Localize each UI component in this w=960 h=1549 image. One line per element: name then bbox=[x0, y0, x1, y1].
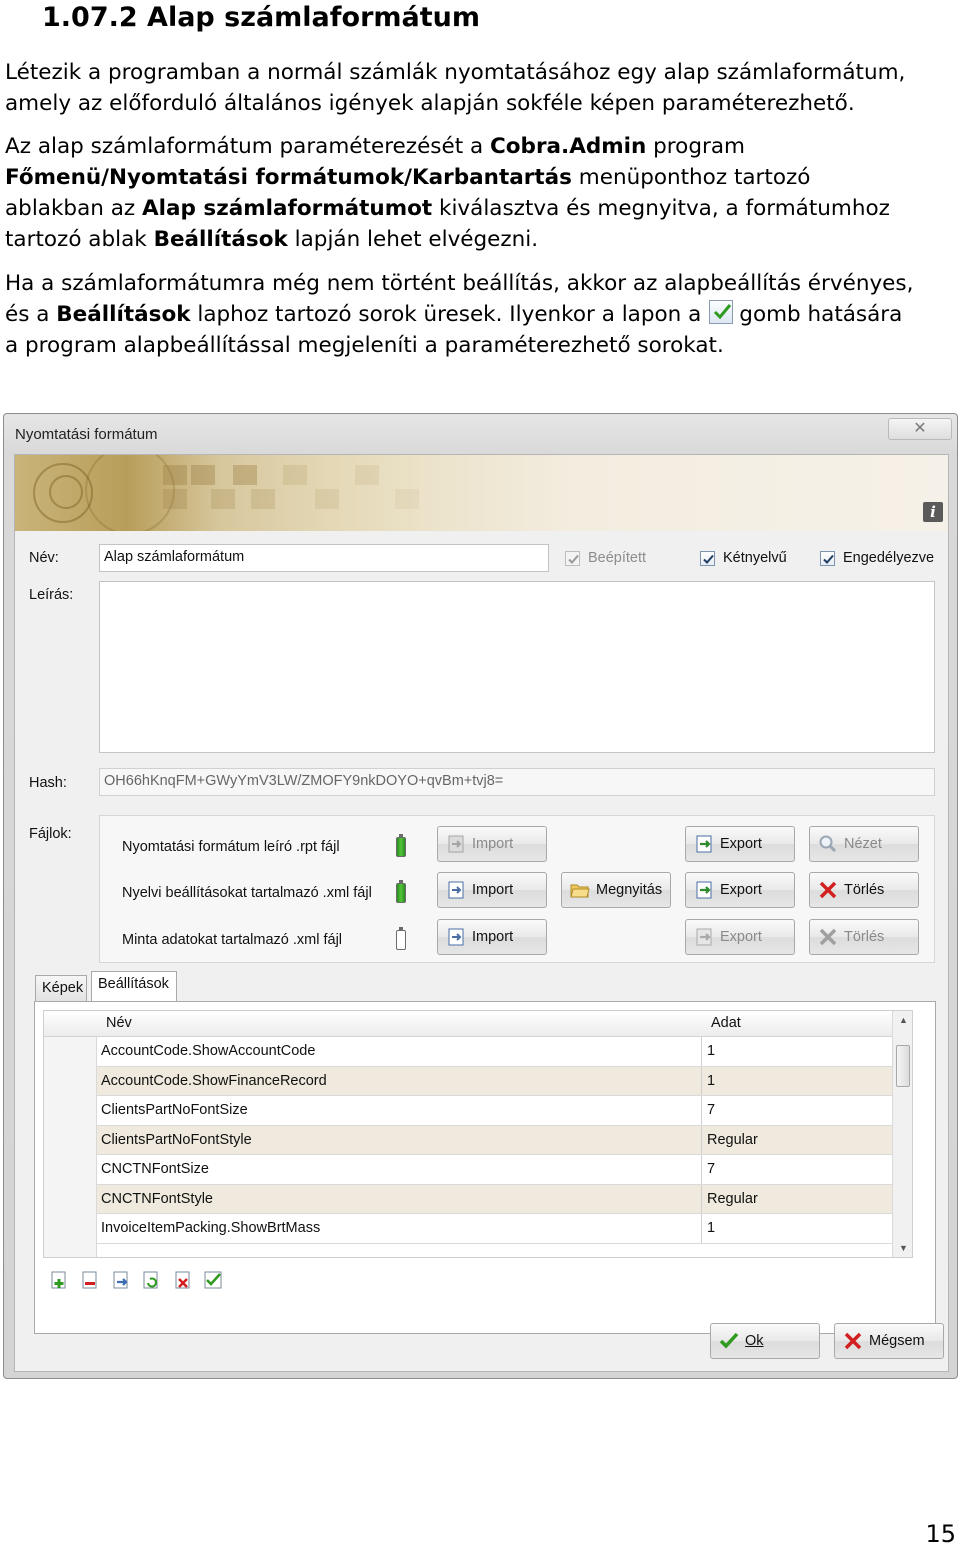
table-row[interactable]: ClientsPartNoFontStyle Regular bbox=[97, 1125, 912, 1155]
paragraph-2-line-3: ablakban az Alap számlaformátumot kivála… bbox=[5, 196, 890, 221]
delete-lang-button[interactable]: Törlés bbox=[809, 872, 919, 908]
import-icon bbox=[446, 927, 466, 947]
paragraph-1-line-2: amely az előforduló általános igények al… bbox=[5, 91, 855, 116]
paragraph-2-line-2: Főmenü/Nyomtatási formátumok/Karbantartá… bbox=[5, 165, 811, 190]
export-rpt-button[interactable]: Export bbox=[685, 826, 795, 862]
section-heading: 1.07.2 Alap számlaformátum bbox=[42, 2, 480, 33]
scroll-thumb[interactable] bbox=[896, 1045, 910, 1087]
description-label: Leírás: bbox=[29, 587, 74, 603]
page-number: 15 bbox=[925, 1520, 956, 1548]
export-lang-button[interactable]: Export bbox=[685, 872, 795, 908]
open-lang-button[interactable]: Megnyitás bbox=[561, 872, 671, 908]
enabled-checkbox[interactable]: Engedélyezve bbox=[820, 550, 934, 566]
default-settings-icon bbox=[709, 300, 734, 324]
export-icon bbox=[694, 834, 714, 854]
magnifier-icon bbox=[818, 834, 838, 854]
paragraph-3-line-1: Ha a számlaformátumra még nem történt be… bbox=[5, 271, 914, 296]
move-row-icon[interactable] bbox=[111, 1270, 131, 1290]
import-sample-button[interactable]: Import bbox=[437, 919, 547, 955]
refresh-row-icon[interactable] bbox=[141, 1270, 161, 1290]
table-row[interactable]: InvoiceItemPacking.ShowBrtMass 1 bbox=[97, 1214, 912, 1244]
battery-full-icon bbox=[396, 880, 406, 903]
file-row-rpt-label: Nyomtatási formátum leíró .rpt fájl bbox=[122, 839, 340, 855]
import-lang-button[interactable]: Import bbox=[437, 872, 547, 908]
description-field[interactable] bbox=[99, 581, 935, 753]
import-icon bbox=[446, 834, 466, 854]
checkmark-icon bbox=[719, 1331, 739, 1351]
paragraph-2-line-4: tartozó ablak Beállítások lapján lehet e… bbox=[5, 227, 539, 252]
settings-tab-panel: Név Adat AccountCode.ShowAccountCode 1 Ac… bbox=[34, 1001, 936, 1334]
cancel-button[interactable]: Mégsem bbox=[834, 1323, 944, 1359]
battery-full-icon bbox=[396, 834, 406, 857]
bilingual-checkbox-label: Kétnyelvű bbox=[723, 550, 787, 566]
dialog-client-area: i Név: Alap számlaformátum Beépített Két… bbox=[14, 454, 949, 1372]
import-icon bbox=[446, 880, 466, 900]
name-label: Név: bbox=[29, 550, 59, 566]
row-indicator-column bbox=[44, 1037, 97, 1257]
hash-label: Hash: bbox=[29, 775, 67, 791]
info-icon[interactable]: i bbox=[923, 502, 943, 522]
bilingual-checkbox[interactable]: Kétnyelvű bbox=[700, 550, 787, 566]
battery-empty-icon bbox=[396, 927, 406, 950]
export-icon bbox=[694, 880, 714, 900]
paragraph-3-line-3: a program alapbeállítással megjeleníti a… bbox=[5, 333, 724, 358]
grid-scrollbar[interactable]: ▲ ▼ bbox=[892, 1011, 912, 1257]
files-label: Fájlok: bbox=[29, 826, 72, 842]
delete-sample-button[interactable]: Törlés bbox=[809, 919, 919, 955]
delete-x-icon bbox=[818, 927, 838, 947]
column-header-name[interactable]: Név bbox=[106, 1015, 132, 1031]
default-settings-icon[interactable] bbox=[203, 1270, 223, 1290]
export-icon bbox=[694, 927, 714, 947]
column-header-value[interactable]: Adat bbox=[711, 1015, 741, 1031]
settings-grid: Név Adat AccountCode.ShowAccountCode 1 Ac… bbox=[43, 1010, 913, 1258]
builtin-checkbox-label: Beépített bbox=[588, 550, 647, 566]
table-row[interactable]: AccountCode.ShowFinanceRecord 1 bbox=[97, 1066, 912, 1096]
ok-button[interactable]: Ok bbox=[710, 1323, 820, 1359]
table-row[interactable]: CNCTNFontStyle Regular bbox=[97, 1184, 912, 1214]
tab-settings[interactable]: Beállítások bbox=[91, 971, 177, 1001]
scroll-down-icon[interactable]: ▼ bbox=[899, 1243, 908, 1253]
print-format-dialog: Nyomtatási formátum ✕ i Név: Alap számla… bbox=[3, 413, 958, 1379]
remove-row-icon[interactable] bbox=[80, 1270, 100, 1290]
delete-x-icon bbox=[843, 1331, 863, 1351]
close-button[interactable]: ✕ bbox=[888, 418, 952, 440]
add-row-icon[interactable] bbox=[49, 1270, 69, 1290]
table-row[interactable]: ClientsPartNoFontSize 7 bbox=[97, 1096, 912, 1126]
builtin-checkbox: Beépített bbox=[565, 550, 646, 566]
view-rpt-button[interactable]: Nézet bbox=[809, 826, 919, 862]
folder-open-icon bbox=[570, 880, 590, 900]
hash-field: OH66hKnqFM+GWyYmV3LW/ZMOFY9nkDOYO+qvBm+t… bbox=[99, 768, 935, 796]
name-field[interactable]: Alap számlaformátum bbox=[99, 544, 549, 572]
paragraph-3-line-2: és a Beállítások laphoz tartozó sorok ür… bbox=[5, 300, 903, 327]
import-rpt-button[interactable]: Import bbox=[437, 826, 547, 862]
table-row[interactable]: CNCTNFontSize 7 bbox=[97, 1155, 912, 1185]
file-row-xml-sample-label: Minta adatokat tartalmazó .xml fájl bbox=[122, 932, 343, 948]
dialog-title: Nyomtatási formátum bbox=[15, 426, 158, 443]
export-sample-button[interactable]: Export bbox=[685, 919, 795, 955]
paragraph-2-line-1: Az alap számlaformátum paraméterezését a… bbox=[5, 134, 745, 159]
header-banner: i bbox=[15, 455, 948, 531]
scroll-up-icon[interactable]: ▲ bbox=[899, 1015, 908, 1025]
delete-all-icon[interactable] bbox=[173, 1270, 193, 1290]
delete-x-icon bbox=[818, 880, 838, 900]
table-row[interactable]: AccountCode.ShowAccountCode 1 bbox=[97, 1037, 912, 1067]
paragraph-1-line-1: Létezik a programban a normál számlák ny… bbox=[5, 60, 906, 85]
tab-images[interactable]: Képek bbox=[35, 975, 87, 1001]
close-icon: ✕ bbox=[913, 420, 927, 437]
grid-header: Név Adat bbox=[44, 1011, 912, 1037]
file-row-xml-lang-label: Nyelvi beállításokat tartalmazó .xml fáj… bbox=[122, 885, 372, 901]
enabled-checkbox-label: Engedélyezve bbox=[843, 550, 935, 566]
